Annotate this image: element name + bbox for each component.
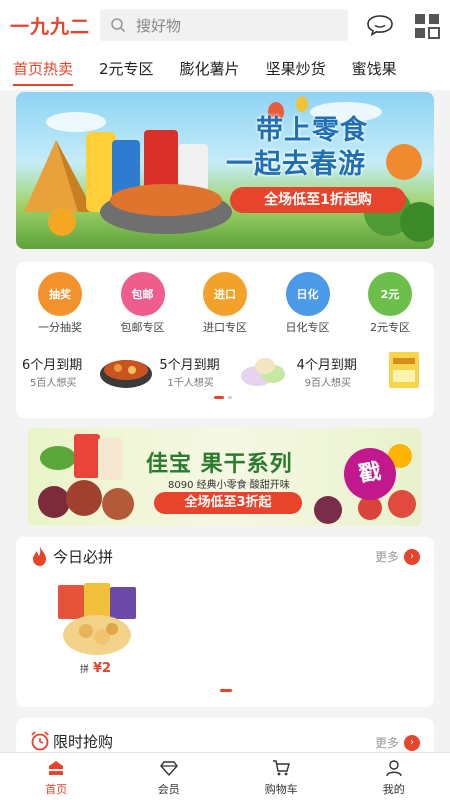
app-header: 一九九二 搜好物: [0, 0, 450, 50]
nav-cart[interactable]: 购物车: [225, 753, 338, 800]
banner-promo: 全场低至3折起: [154, 492, 302, 514]
section-title: 限时抢购: [53, 732, 114, 751]
product-image[interactable]: [56, 581, 138, 661]
banner-illustration: [24, 96, 434, 242]
app-logo[interactable]: 一九九二: [0, 12, 90, 39]
message-icon[interactable]: [366, 13, 394, 37]
carousel-indicator: [214, 396, 232, 399]
import-icon: 进口: [203, 272, 247, 316]
user-icon: [386, 760, 402, 777]
category-daily-chemical[interactable]: 日化 日化专区: [272, 272, 344, 335]
product-image: [388, 352, 419, 388]
alarm-clock-icon: [31, 731, 49, 751]
category-tabs: 首页热卖 2元专区 膨化薯片 坚果炒货 蜜饯果: [0, 50, 450, 90]
indicator-dot: [228, 396, 232, 399]
tab-two-yuan[interactable]: 2元专区: [86, 50, 167, 90]
category-label: 日化专区: [285, 321, 330, 334]
dried-fruit-banner[interactable]: 佳宝 果干系列 8090 经典小零食 酸甜开味 全场低至3折起 戳: [28, 428, 422, 526]
tab-nuts[interactable]: 坚果炒货: [253, 50, 339, 90]
indicator-dot-active: [214, 396, 224, 399]
category-label: 一分抽奖: [38, 321, 82, 334]
product-price: 拼 ¥2: [80, 661, 111, 676]
category-label: 进口专区: [203, 321, 247, 334]
nav-label: 我的: [382, 783, 405, 796]
nav-label: 会员: [157, 783, 180, 796]
category-grid-icon[interactable]: [414, 13, 440, 39]
more-link[interactable]: 更多 ›: [375, 734, 420, 751]
more-label: 更多: [374, 736, 399, 750]
home-icon: [49, 761, 64, 775]
category-card: 抽奖 一分抽奖 包邮 包邮专区 进口 进口专区 日化 日化专区 2元 2元专区 …: [16, 262, 434, 418]
spring-outing-banner[interactable]: 带上零食 一起去春游 全场低至1折起购: [16, 92, 434, 249]
nav-label: 首页: [45, 783, 68, 796]
tab-puffed-chips[interactable]: 膨化薯片: [167, 50, 253, 90]
expiring-title: 6个月到期: [22, 358, 83, 373]
shopping-cart-icon: [273, 760, 291, 776]
section-title: 今日必拼: [53, 547, 114, 566]
price-value: ¥2: [93, 661, 112, 676]
category-free-shipping[interactable]: 包邮 包邮专区: [107, 272, 179, 335]
bottom-navigation: 首页 会员 购物车 我的: [0, 752, 450, 800]
free-shipping-icon: 包邮: [120, 272, 165, 316]
lottery-icon: 抽奖: [38, 272, 82, 316]
banner-headline-2: 一起去春游: [226, 149, 366, 180]
search-icon: [111, 18, 126, 33]
product-image: [100, 360, 152, 388]
fire-icon: [33, 546, 46, 566]
expiring-item[interactable]: 4个月到期 9百人想买: [295, 350, 432, 398]
carousel-indicator: [220, 689, 232, 692]
category-label: 包邮专区: [120, 321, 165, 334]
banner-subtitle: 8090 经典小零食 酸甜开味: [168, 480, 290, 491]
expiring-wants: 9百人想买: [304, 378, 352, 389]
two-yuan-icon: 2元: [368, 272, 412, 316]
category-label: 2元专区: [370, 321, 410, 334]
more-label: 更多: [374, 550, 399, 564]
category-two-yuan[interactable]: 2元 2元专区: [354, 272, 426, 335]
search-placeholder[interactable]: 搜好物: [136, 15, 181, 36]
more-link[interactable]: 更多 ›: [375, 548, 420, 565]
chevron-right-icon: ›: [404, 734, 420, 751]
today-group-buy-section: 今日必拼 更多 › 拼 ¥2: [16, 537, 434, 707]
group-buy-tag: 拼: [80, 665, 90, 675]
banner-title: 佳宝 果干系列: [146, 452, 293, 477]
nav-member[interactable]: 会员: [113, 753, 226, 800]
nav-label: 购物车: [264, 783, 298, 796]
category-import[interactable]: 进口 进口专区: [189, 272, 261, 335]
expiring-wants: 1千人想买: [167, 378, 214, 389]
search-bar[interactable]: 搜好物: [100, 9, 348, 41]
expiring-item[interactable]: 5个月到期 1千人想买: [157, 350, 294, 398]
product-image: [241, 358, 286, 386]
daily-chemical-icon: 日化: [285, 272, 330, 316]
expiring-title: 4个月到期: [296, 358, 357, 373]
expiring-wants: 5百人想买: [30, 378, 77, 389]
tab-preserved-fruit[interactable]: 蜜饯果: [339, 50, 410, 90]
chevron-right-icon: ›: [404, 548, 420, 565]
nav-profile[interactable]: 我的: [338, 753, 450, 800]
category-lottery[interactable]: 抽奖 一分抽奖: [24, 272, 96, 335]
diamond-icon: [159, 761, 178, 777]
nav-home[interactable]: 首页: [0, 753, 113, 800]
tab-hot[interactable]: 首页热卖: [0, 50, 86, 90]
expiring-item[interactable]: 6个月到期 5百人想买: [20, 350, 157, 398]
banner-promo: 全场低至1折起购: [230, 187, 406, 213]
expiring-title: 5个月到期: [159, 358, 220, 373]
